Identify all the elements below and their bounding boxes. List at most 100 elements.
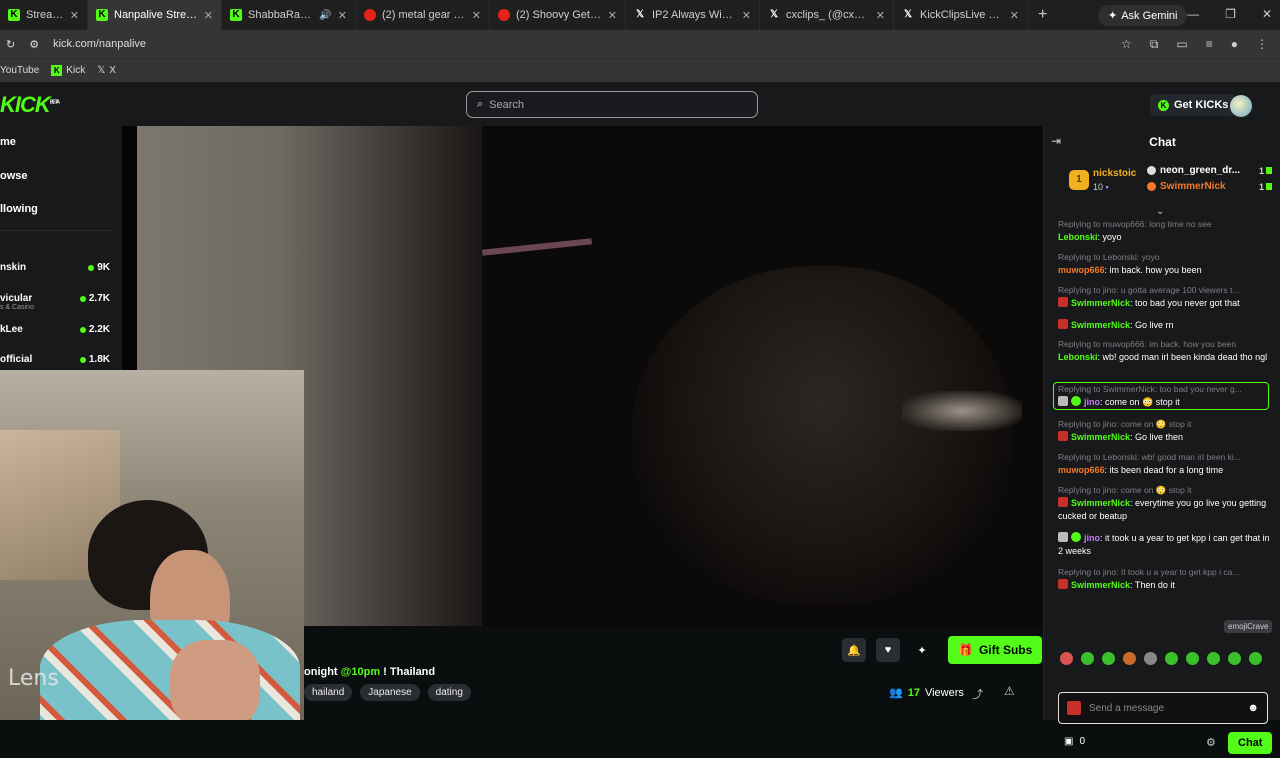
browser-tab[interactable]: KStream - Watch L✕ <box>0 0 88 30</box>
browser-tab[interactable]: 𝕏IP2 Always Wins (@Ip2✕ <box>626 0 760 30</box>
chat-message[interactable]: Replying to Lebonski: wb! good man irl b… <box>1058 451 1270 477</box>
browser-tab[interactable]: (2) metal gear solid lofi✕ <box>356 0 490 30</box>
profile-icon[interactable]: ● <box>1231 37 1238 52</box>
viewer-counter: 👥 17 Viewers <box>889 686 964 700</box>
close-tab-icon[interactable]: ✕ <box>472 9 481 22</box>
notification-bell-button[interactable]: 🔔 <box>842 638 866 662</box>
emote-icon[interactable] <box>1081 652 1094 665</box>
chat-message[interactable]: SwimmerNick: Go live rn <box>1058 319 1270 332</box>
follow-heart-button[interactable]: ♥ <box>876 638 900 662</box>
sparkle-button[interactable]: ✦ <box>910 638 934 662</box>
sidebar-item-following[interactable]: llowing <box>0 203 38 215</box>
webcam-watermark: Lens <box>8 666 59 691</box>
sidebar-channel[interactable]: vicular s & Casino 2.7K <box>0 293 116 311</box>
share-icon[interactable]: ⤴ <box>972 686 983 702</box>
close-tab-icon[interactable]: ✕ <box>1010 9 1019 22</box>
sender-badge-icon <box>1067 701 1081 715</box>
tag[interactable]: hailand <box>304 684 353 701</box>
tag[interactable]: dating <box>427 684 471 701</box>
sidebar-channel[interactable]: nskin 9K <box>0 262 116 273</box>
speaker-icon[interactable]: 🔊 <box>319 10 331 21</box>
get-kicks-button[interactable]: K Get KICKs <box>1150 94 1237 116</box>
bookmark-star-icon[interactable]: ☆ <box>1121 37 1132 52</box>
emote-icon[interactable] <box>1186 652 1199 665</box>
browser-tab-active[interactable]: KNanpalive Stream - Wa✕ <box>88 0 222 30</box>
emote-icon[interactable] <box>1123 652 1136 665</box>
user-avatar[interactable] <box>1230 95 1252 117</box>
user-badge-icon <box>1147 182 1156 191</box>
close-tab-icon[interactable]: ✕ <box>608 9 617 22</box>
close-tab-icon[interactable]: ✕ <box>876 9 885 22</box>
emote-icon[interactable] <box>1207 652 1220 665</box>
chat-message[interactable]: Replying to jino: u gotta average 100 vi… <box>1058 284 1270 310</box>
leader-entry[interactable]: SwimmerNick 1 <box>1147 181 1272 192</box>
viewer-count: 2.7K <box>79 293 110 304</box>
browser-tab[interactable]: 𝕏cxclips_ (@cx_clips) / X✕ <box>760 0 894 30</box>
maximize-icon[interactable]: ❐ <box>1225 7 1236 21</box>
kick-logo[interactable]: KICKBETA <box>0 92 60 118</box>
close-tab-icon[interactable]: ✕ <box>338 9 347 22</box>
chat-message[interactable]: Replying to jino: come on 😳 stop it Swimm… <box>1058 418 1270 444</box>
emote-icon[interactable] <box>1228 652 1241 665</box>
collapse-chat-icon[interactable]: ⇥ <box>1051 134 1061 148</box>
gift-icon: 🎁 <box>958 643 973 657</box>
send-chat-button[interactable]: Chat <box>1228 732 1273 754</box>
sidebar-item-home[interactable]: me <box>0 136 16 148</box>
kick-favicon-icon: K <box>230 9 242 21</box>
chat-footer: ▣ 0 ⚙ Chat <box>1044 730 1280 758</box>
tag[interactable]: Japanese <box>360 684 420 701</box>
minimize-icon[interactable]: — <box>1187 7 1199 21</box>
reload-icon[interactable]: ↻ <box>6 38 15 51</box>
site-info-icon[interactable]: ⚙ <box>29 38 39 51</box>
emote-icon[interactable] <box>1165 652 1178 665</box>
chat-message[interactable]: jino: it took u a year to get kpp i can … <box>1058 532 1270 558</box>
ask-gemini-button[interactable]: ✦ Ask Gemini <box>1098 5 1188 26</box>
address-bar: ↻ ⚙ kick.com/nanpalive ☆ ⧉ ▭ ≡ ● ⋮ <box>0 30 1280 58</box>
stream-tags: hailand Japanese dating <box>304 684 471 701</box>
emote-icon[interactable] <box>1060 652 1073 665</box>
bookmark-kick[interactable]: K Kick <box>51 65 85 76</box>
chat-settings-icon[interactable]: ⚙ <box>1206 736 1216 749</box>
leader-entry[interactable]: neon_green_dr... 1 <box>1147 165 1272 176</box>
emote-icon[interactable] <box>1144 652 1157 665</box>
close-window-icon[interactable]: ✕ <box>1262 7 1272 21</box>
url-text[interactable]: kick.com/nanpalive <box>53 38 146 50</box>
chat-message-input[interactable]: Send a message ☻ <box>1058 692 1268 724</box>
bookmark-youtube[interactable]: YouTube <box>0 65 39 76</box>
browser-tab[interactable]: KShabbaRank - Watc🔊✕ <box>222 0 356 30</box>
kicks-balance[interactable]: ▣ 0 <box>1064 736 1085 747</box>
sidebar-channel[interactable]: official 1.8K <box>0 354 116 365</box>
browser-tab[interactable]: 𝕏KickClipsLive on X: "Va✕ <box>894 0 1028 30</box>
close-tab-icon[interactable]: ✕ <box>70 9 79 22</box>
search-input[interactable]: ⌕ Search <box>466 91 758 118</box>
sidebar-channel[interactable]: kLee 2.2K <box>0 324 116 335</box>
media-icon[interactable]: ≡ <box>1206 37 1213 52</box>
emote-icon[interactable] <box>1249 652 1262 665</box>
extensions-icon[interactable]: ⧉ <box>1150 37 1159 52</box>
gift-subs-button[interactable]: 🎁 Gift Subs <box>948 636 1043 664</box>
x-favicon-icon: 𝕏 <box>903 9 913 20</box>
user-badge-icon <box>1147 166 1156 175</box>
bookmark-x[interactable]: 𝕏X <box>97 65 116 76</box>
emote-icon[interactable] <box>1102 652 1115 665</box>
chat-message[interactable]: Replying to Lebonski: yoyo muwop666: im b… <box>1058 251 1270 277</box>
chat-message[interactable]: Replying to muwop666: long time no see Le… <box>1058 218 1270 244</box>
reply-context: Replying to muwop666: long time no see <box>1058 219 1212 229</box>
chat-message[interactable]: Replying to jino: It took u a year to ge… <box>1058 566 1270 592</box>
menu-icon[interactable]: ⋮ <box>1256 37 1268 52</box>
emoji-picker-icon[interactable]: ☻ <box>1247 702 1259 714</box>
leader-name[interactable]: nickstoic <box>1093 168 1136 179</box>
sidebar-item-browse[interactable]: owse <box>0 170 28 182</box>
video-highlight <box>902 391 1022 431</box>
new-tab-icon[interactable]: + <box>1028 6 1057 24</box>
browser-tab[interactable]: (2) Shoovy Gets CHOK✕ <box>490 0 626 30</box>
stream-actions: 🔔 ♥ ✦ 🎁 Gift Subs <box>842 636 1043 664</box>
expand-pinned-icon[interactable]: ⌄ <box>1156 206 1164 217</box>
report-icon[interactable]: ⚠ <box>1004 684 1015 698</box>
close-tab-icon[interactable]: ✕ <box>204 9 213 22</box>
chat-message[interactable]: Replying to jino: come on 😳 stop it Swimm… <box>1058 484 1270 523</box>
chat-message[interactable]: Replying to muwop666: im back. how you b… <box>1058 338 1270 364</box>
close-tab-icon[interactable]: ✕ <box>742 9 751 22</box>
sidepanel-icon[interactable]: ▭ <box>1176 37 1187 52</box>
chat-message-highlighted[interactable]: Replying to SwimmerNick: too bad you nev… <box>1053 382 1269 410</box>
